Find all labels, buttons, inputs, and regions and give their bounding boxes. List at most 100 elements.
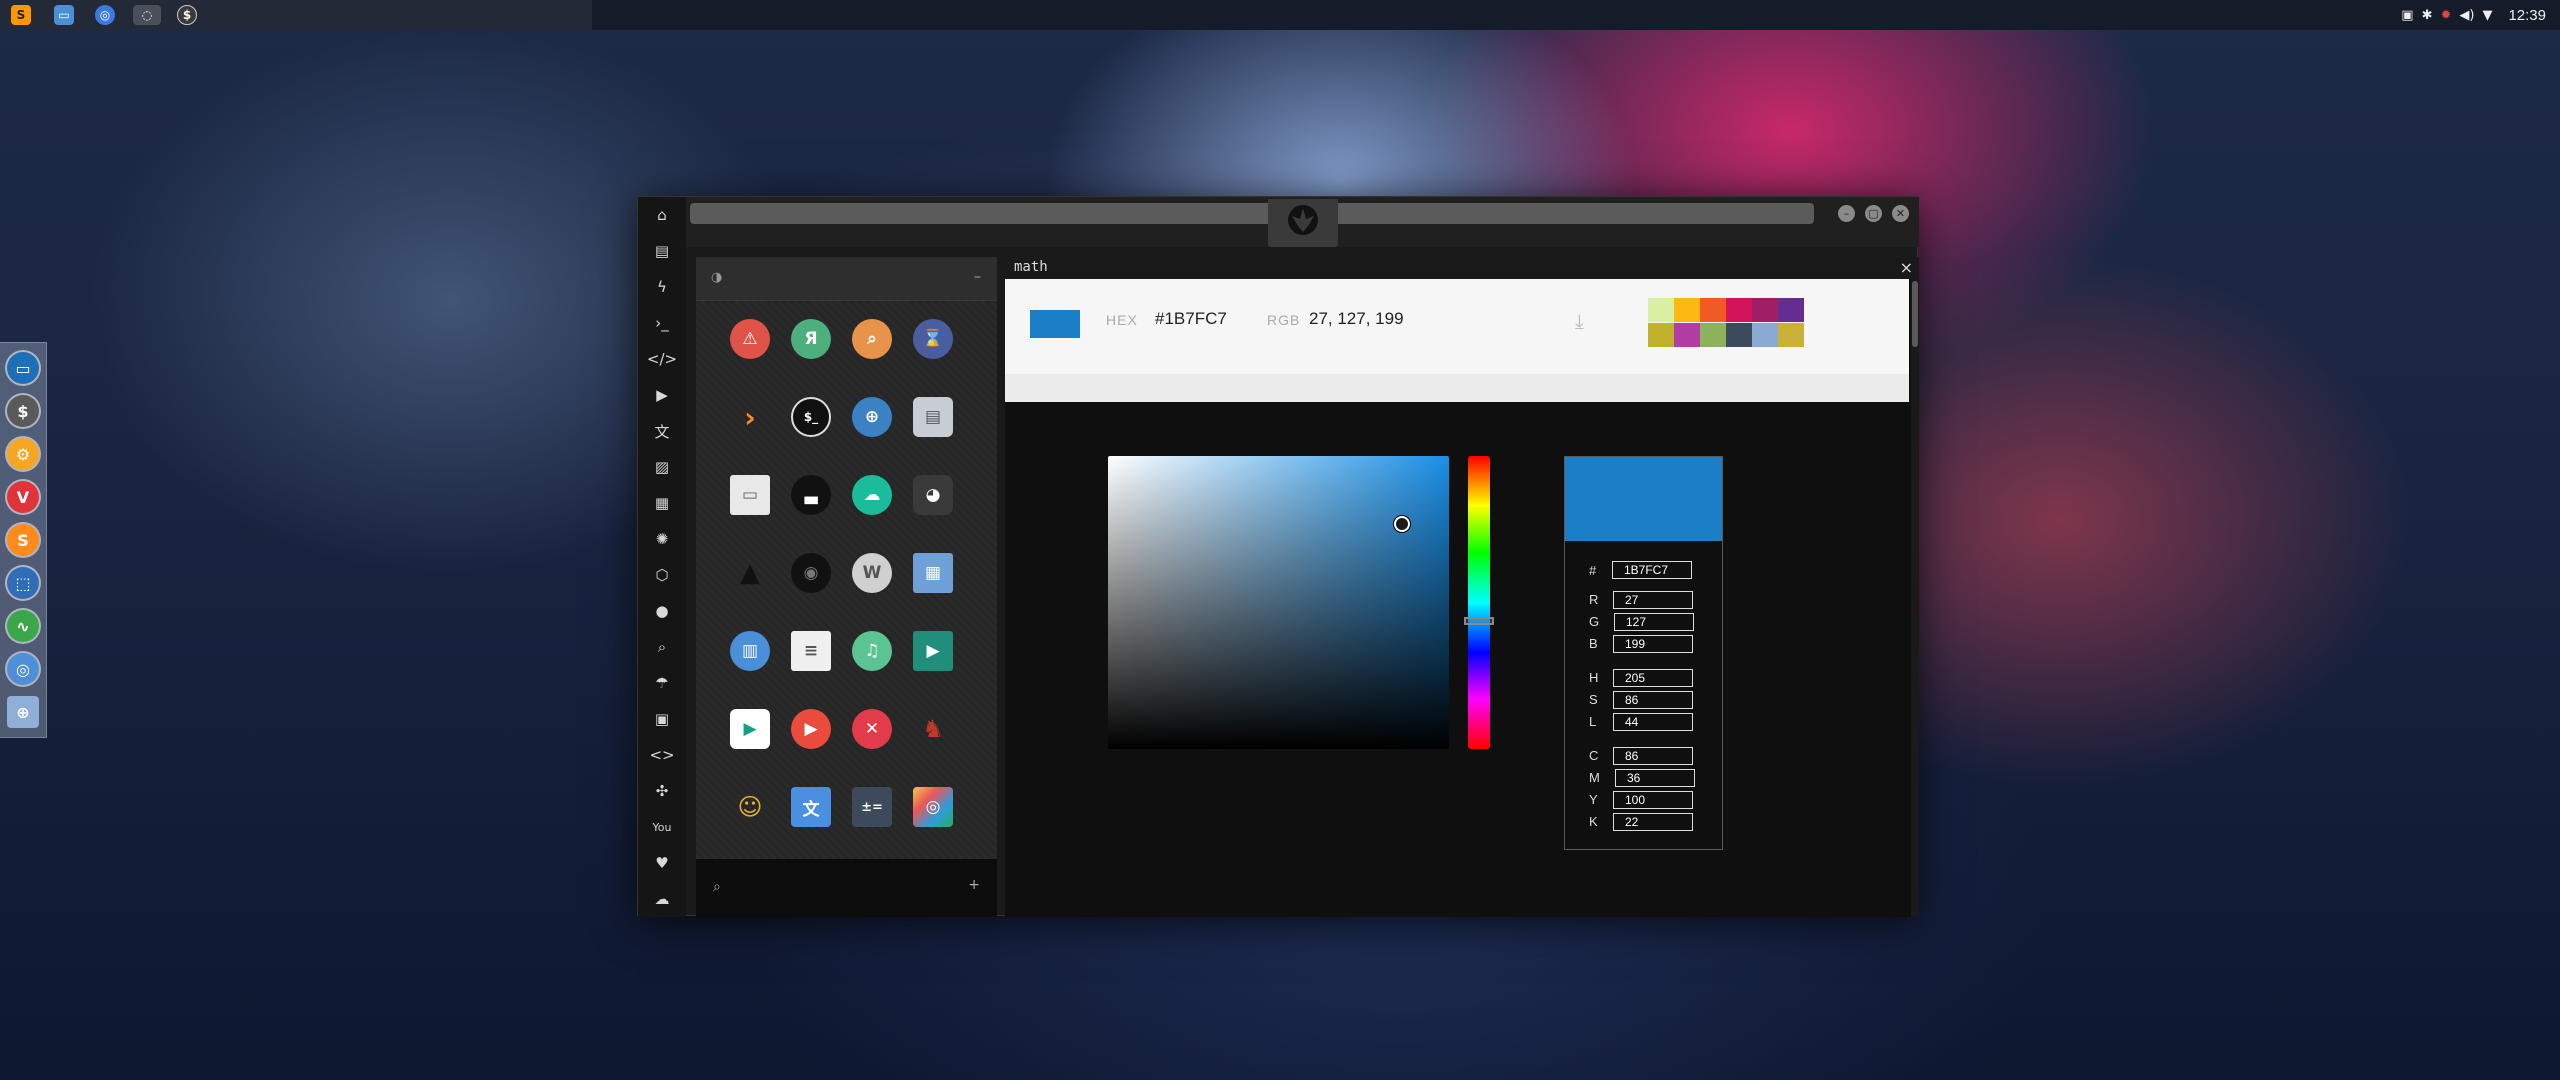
palette-swatch[interactable] bbox=[1674, 323, 1700, 347]
barcode-icon[interactable]: ▃ bbox=[791, 475, 831, 515]
system-monitor-icon[interactable]: ∿ bbox=[7, 610, 39, 642]
y-input[interactable]: 100 bbox=[1613, 791, 1693, 809]
app-icon[interactable]: ◌ bbox=[133, 5, 161, 25]
screenshot-icon[interactable]: ⬚ bbox=[7, 567, 39, 599]
chromium-icon[interactable]: ◎ bbox=[95, 5, 115, 25]
palette-swatch[interactable] bbox=[1648, 323, 1674, 347]
calculator-icon[interactable]: ±= bbox=[852, 787, 892, 827]
sublime-text-icon[interactable]: S bbox=[11, 5, 31, 25]
clock[interactable]: 12:39 bbox=[2508, 7, 2546, 24]
add-button[interactable]: + bbox=[968, 877, 980, 893]
map-icon[interactable]: ▦ bbox=[913, 553, 953, 593]
window-titlebar[interactable]: – ▢ ✕ bbox=[638, 197, 1919, 247]
palette-swatch[interactable] bbox=[1778, 298, 1804, 322]
tab-title[interactable]: math bbox=[1014, 259, 1048, 275]
palette-swatch[interactable] bbox=[1726, 323, 1752, 347]
translate-icon[interactable]: 文 bbox=[791, 787, 831, 827]
bluetooth-icon[interactable]: ✱ bbox=[2422, 8, 2433, 23]
globe-icon[interactable]: ⊕ bbox=[7, 696, 39, 728]
tab-close-button[interactable]: × bbox=[1900, 258, 1913, 277]
window-icon[interactable]: ▭ bbox=[730, 475, 770, 515]
atom-icon[interactable]: ✺ bbox=[650, 527, 674, 551]
video-icon[interactable]: ▶ bbox=[913, 631, 953, 671]
hex-input[interactable]: 1B7FC7 bbox=[1612, 561, 1692, 579]
document-icon[interactable]: ▤ bbox=[650, 239, 674, 263]
yandex-icon[interactable]: Я bbox=[791, 319, 831, 359]
play-icon[interactable]: ▶ bbox=[650, 383, 674, 407]
cloud-icon[interactable]: ☁ bbox=[650, 887, 674, 911]
code-icon[interactable]: </> bbox=[647, 347, 677, 371]
archive-icon[interactable]: ▥ bbox=[730, 631, 770, 671]
r-input[interactable]: 27 bbox=[1613, 591, 1693, 609]
storage-icon[interactable]: ▤ bbox=[913, 397, 953, 437]
globe-icon[interactable]: ● bbox=[650, 599, 674, 623]
hourglass-icon[interactable]: ⌛ bbox=[913, 319, 953, 359]
chrome-icon[interactable]: ◎ bbox=[7, 653, 39, 685]
screen-icon[interactable]: ▣ bbox=[2401, 8, 2413, 23]
dollar-terminal-icon[interactable]: $ bbox=[7, 395, 39, 427]
play-icon[interactable]: ▶ bbox=[730, 709, 770, 749]
github-icon[interactable]: ◕ bbox=[913, 475, 953, 515]
s-input[interactable]: 86 bbox=[1613, 691, 1693, 709]
close-icon[interactable]: ✕ bbox=[852, 709, 892, 749]
palette-swatch[interactable] bbox=[1700, 323, 1726, 347]
cloud-icon[interactable]: ☁ bbox=[852, 475, 892, 515]
file-manager-icon[interactable]: ▭ bbox=[54, 5, 74, 25]
document-icon[interactable]: ≡ bbox=[791, 631, 831, 671]
youtube-icon[interactable]: You bbox=[650, 815, 674, 839]
palette-swatch[interactable] bbox=[1778, 323, 1804, 347]
globe-icon[interactable]: ⊕ bbox=[852, 397, 892, 437]
c-input[interactable]: 86 bbox=[1613, 747, 1693, 765]
palette-swatch[interactable] bbox=[1752, 323, 1778, 347]
contrast-icon[interactable]: ◑ bbox=[711, 270, 722, 285]
sublime-icon[interactable]: S bbox=[7, 524, 39, 556]
close-window-button[interactable]: ✕ bbox=[1892, 205, 1909, 222]
volume-icon[interactable]: ◀) bbox=[2459, 8, 2474, 23]
m-input[interactable]: 36 bbox=[1615, 769, 1695, 787]
youtube-icon[interactable]: ▶ bbox=[791, 709, 831, 749]
starfleet-icon[interactable]: ▲ bbox=[730, 553, 770, 593]
death-star-icon[interactable]: ◉ bbox=[791, 553, 831, 593]
k-input[interactable]: 22 bbox=[1613, 813, 1693, 831]
palette-swatch[interactable] bbox=[1752, 298, 1778, 322]
download-icon[interactable]: ⤓ bbox=[1575, 309, 1584, 333]
rgb-value[interactable]: 27, 127, 199 bbox=[1309, 309, 1404, 329]
terminal-icon[interactable]: $_ bbox=[791, 397, 831, 437]
warning-icon[interactable]: ⚠ bbox=[730, 319, 770, 359]
photo-icon[interactable]: ◎ bbox=[913, 787, 953, 827]
hue-slider[interactable] bbox=[1468, 456, 1490, 749]
terminal-icon[interactable]: $ bbox=[177, 5, 197, 25]
terminal-icon[interactable]: ›_ bbox=[650, 311, 674, 335]
palette-swatch[interactable] bbox=[1726, 298, 1752, 322]
saturation-value-area[interactable] bbox=[1108, 456, 1449, 749]
c3po-icon[interactable]: ☺ bbox=[730, 787, 770, 827]
wiki-icon[interactable]: W bbox=[852, 553, 892, 593]
translate-icon[interactable]: 文 bbox=[650, 419, 674, 443]
collapse-button[interactable]: – bbox=[974, 269, 981, 285]
bug-icon[interactable]: ✹ bbox=[2440, 8, 2451, 23]
palette-swatch[interactable] bbox=[1648, 298, 1674, 322]
vivaldi-icon[interactable]: V bbox=[7, 481, 39, 513]
lightning-icon[interactable]: ϟ bbox=[650, 275, 674, 299]
prompt-icon[interactable]: › bbox=[730, 397, 770, 437]
maximize-button[interactable]: ▢ bbox=[1865, 205, 1882, 222]
files-icon[interactable]: ▭ bbox=[7, 352, 39, 384]
heart-icon[interactable]: ♥ bbox=[650, 851, 674, 875]
hex-value[interactable]: #1B7FC7 bbox=[1155, 309, 1227, 329]
ironman-icon[interactable]: ♞ bbox=[913, 709, 953, 749]
search-icon[interactable]: ⌕ bbox=[713, 879, 721, 895]
l-input[interactable]: 44 bbox=[1613, 713, 1693, 731]
palette-swatch[interactable] bbox=[1674, 298, 1700, 322]
color-selector-handle[interactable] bbox=[1394, 516, 1410, 532]
music-icon[interactable]: ♫ bbox=[852, 631, 892, 671]
search-icon[interactable]: ⌕ bbox=[852, 319, 892, 359]
image-icon[interactable]: ▨ bbox=[650, 455, 674, 479]
code-brackets-icon[interactable]: <> bbox=[649, 743, 674, 767]
palette-swatch[interactable] bbox=[1700, 298, 1726, 322]
search-icon[interactable]: ⌕ bbox=[650, 635, 674, 659]
settings-icon[interactable]: ⚙ bbox=[7, 438, 39, 470]
scrollbar[interactable] bbox=[1911, 279, 1919, 917]
h-input[interactable]: 205 bbox=[1613, 669, 1693, 687]
minimize-button[interactable]: – bbox=[1838, 205, 1855, 222]
expand-icon[interactable]: ✣ bbox=[650, 779, 674, 803]
